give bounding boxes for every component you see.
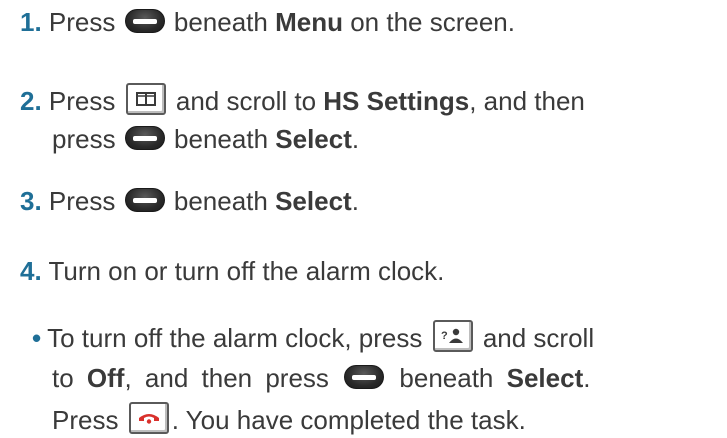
bullet-text: . xyxy=(583,363,591,393)
bullet-line-2: to Off, and then press beneath Select. xyxy=(52,362,590,394)
bullet-text: , and then press xyxy=(124,363,329,393)
soft-key-icon xyxy=(344,365,385,390)
step-number: 4. xyxy=(20,256,42,286)
bullet-text: and scroll xyxy=(482,323,595,353)
bullet-text: beneath xyxy=(399,363,494,393)
hs-settings-label: HS Settings xyxy=(323,86,470,116)
bullet-text: to xyxy=(52,363,74,393)
step-number: 1. xyxy=(20,7,42,37)
step-text: Press xyxy=(48,186,116,216)
step-2-line-1: 2. Press and scroll to HS Settings, and … xyxy=(20,83,585,119)
soft-key-icon xyxy=(124,126,165,151)
soft-key-icon xyxy=(124,9,165,34)
step-text: on the screen. xyxy=(350,7,515,37)
step-text: beneath xyxy=(174,124,269,154)
bullet-marker: • xyxy=(32,323,42,353)
step-text: beneath xyxy=(173,186,268,216)
bullet-line-1: • To turn off the alarm clock, press ? an… xyxy=(32,320,595,356)
instruction-page: 1. Press beneath Menu on the screen. 2. … xyxy=(0,0,727,438)
step-text: . xyxy=(351,124,360,154)
bullet-line-3: Press . You have completed the task. xyxy=(52,402,526,438)
select-label: Select xyxy=(506,363,584,393)
step-4: 4. Turn on or turn off the alarm clock. xyxy=(20,255,444,287)
bullet-text: Press xyxy=(52,405,119,435)
end-call-key-icon xyxy=(128,402,169,435)
svg-text:?: ? xyxy=(441,330,448,342)
menu-label: Menu xyxy=(275,7,343,37)
step-text: beneath xyxy=(173,7,268,37)
soft-key-icon xyxy=(124,188,165,213)
step-text: , and then xyxy=(469,86,585,116)
bullet-text: . You have completed the task. xyxy=(171,405,526,435)
step-text: Turn on or turn off the alarm clock. xyxy=(48,256,445,286)
step-text: . xyxy=(351,186,359,216)
select-label: Select xyxy=(275,124,352,154)
step-number: 2. xyxy=(20,86,42,116)
step-1: 1. Press beneath Menu on the screen. xyxy=(20,6,515,38)
bullet-text: To turn off the alarm clock, press xyxy=(47,323,423,353)
step-text: press xyxy=(52,124,116,154)
step-number: 3. xyxy=(20,186,42,216)
contacts-key-icon: ? xyxy=(432,320,473,353)
step-text: and scroll to xyxy=(175,86,317,116)
step-2-line-2: press beneath Select. xyxy=(52,123,359,155)
step-3: 3. Press beneath Select. xyxy=(20,185,359,217)
step-text: Press xyxy=(48,86,116,116)
step-text: Press xyxy=(48,7,116,37)
select-label: Select xyxy=(275,186,352,216)
phonebook-key-icon xyxy=(125,83,166,116)
off-label: Off xyxy=(86,363,125,393)
